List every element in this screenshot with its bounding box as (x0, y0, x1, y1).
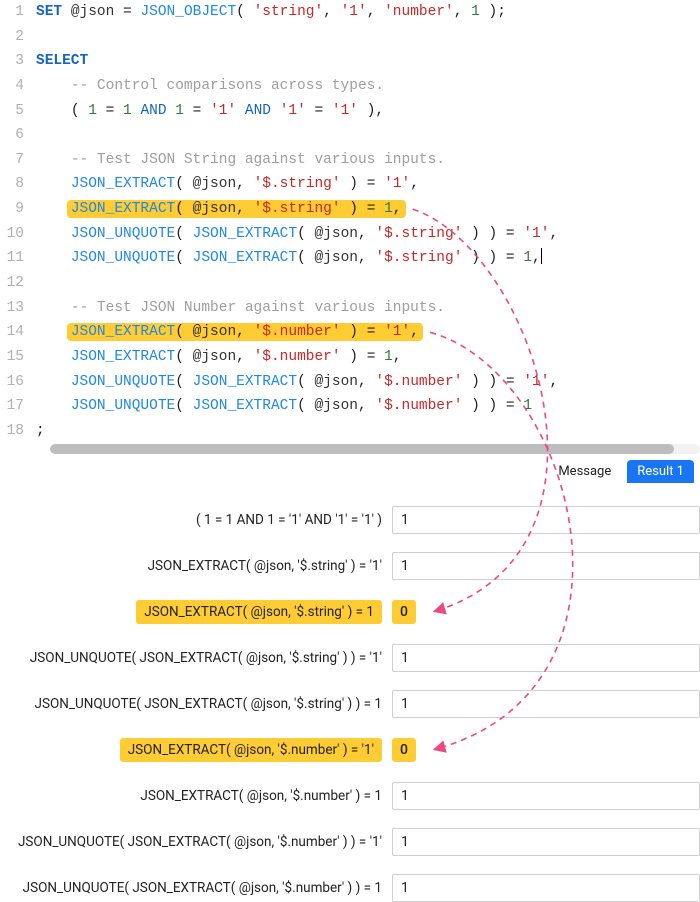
line-number: 5 (0, 99, 36, 124)
line-number: 7 (0, 148, 36, 173)
code-content[interactable] (36, 123, 700, 148)
result-label: JSON_UNQUOTE( JSON_EXTRACT( @json, '$.nu… (0, 880, 392, 896)
code-content[interactable]: -- Test JSON Number against various inpu… (36, 296, 700, 321)
code-line[interactable]: 7 -- Test JSON String against various in… (0, 148, 700, 173)
line-number: 6 (0, 123, 36, 148)
code-content[interactable]: JSON_UNQUOTE( JSON_EXTRACT( @json, '$.nu… (36, 370, 700, 395)
result-row: JSON_EXTRACT( @json, '$.number' ) = 11 (0, 782, 700, 810)
code-content[interactable]: JSON_EXTRACT( @json, '$.string' ) = '1', (36, 172, 700, 197)
code-content[interactable]: JSON_UNQUOTE( JSON_EXTRACT( @json, '$.st… (36, 246, 700, 271)
result-label: JSON_UNQUOTE( JSON_EXTRACT( @json, '$.st… (0, 696, 392, 712)
line-number: 8 (0, 172, 36, 197)
horizontal-scrollbar[interactable] (50, 444, 700, 454)
result-value[interactable]: 1 (392, 874, 700, 902)
result-row: JSON_EXTRACT( @json, '$.string' ) = '1'1 (0, 552, 700, 580)
result-value[interactable]: 1 (392, 506, 700, 534)
code-line[interactable]: 4 -- Control comparisons across types. (0, 74, 700, 99)
result-label: JSON_EXTRACT( @json, '$.number' ) = '1' (0, 738, 392, 762)
line-number: 13 (0, 296, 36, 321)
code-content[interactable]: SET @json = JSON_OBJECT( 'string', '1', … (36, 0, 700, 25)
line-number: 11 (0, 246, 36, 271)
result-label: JSON_UNQUOTE( JSON_EXTRACT( @json, '$.nu… (0, 834, 392, 850)
code-line[interactable]: 5 ( 1 = 1 AND 1 = '1' AND '1' = '1' ), (0, 99, 700, 124)
highlighted-value: 0 (392, 600, 416, 624)
result-row: JSON_UNQUOTE( JSON_EXTRACT( @json, '$.st… (0, 690, 700, 718)
result-row: ( 1 = 1 AND 1 = '1' AND '1' = '1' )1 (0, 506, 700, 534)
results-panel: ( 1 = 1 AND 1 = '1' AND '1' = '1' )1JSON… (0, 506, 700, 902)
code-content[interactable]: JSON_EXTRACT( @json, '$.string' ) = 1, (36, 197, 700, 222)
code-content[interactable]: SELECT (36, 49, 700, 74)
result-value[interactable]: 0 (392, 598, 700, 626)
result-value[interactable]: 1 (392, 782, 700, 810)
tab-result-1[interactable]: Result 1 (627, 460, 694, 483)
code-line[interactable]: 8 JSON_EXTRACT( @json, '$.string' ) = '1… (0, 172, 700, 197)
result-value[interactable]: 1 (392, 828, 700, 856)
code-editor[interactable]: 1SET @json = JSON_OBJECT( 'string', '1',… (0, 0, 700, 444)
code-line[interactable]: 16 JSON_UNQUOTE( JSON_EXTRACT( @json, '$… (0, 370, 700, 395)
code-line[interactable]: 10 JSON_UNQUOTE( JSON_EXTRACT( @json, '$… (0, 222, 700, 247)
code-line[interactable]: 14 JSON_EXTRACT( @json, '$.number' ) = '… (0, 320, 700, 345)
code-content[interactable]: JSON_UNQUOTE( JSON_EXTRACT( @json, '$.st… (36, 222, 700, 247)
code-line[interactable]: 18; (0, 419, 700, 444)
code-content[interactable]: JSON_UNQUOTE( JSON_EXTRACT( @json, '$.nu… (36, 394, 700, 419)
line-number: 9 (0, 197, 36, 222)
line-number: 10 (0, 222, 36, 247)
result-label: ( 1 = 1 AND 1 = '1' AND '1' = '1' ) (0, 512, 392, 528)
highlighted-label: JSON_EXTRACT( @json, '$.number' ) = '1' (120, 738, 382, 762)
result-row: JSON_UNQUOTE( JSON_EXTRACT( @json, '$.nu… (0, 828, 700, 856)
line-number: 12 (0, 271, 36, 296)
result-label: JSON_EXTRACT( @json, '$.string' ) = 1 (0, 600, 392, 624)
code-line[interactable]: 17 JSON_UNQUOTE( JSON_EXTRACT( @json, '$… (0, 394, 700, 419)
result-value[interactable]: 0 (392, 736, 700, 764)
code-content[interactable]: -- Test JSON String against various inpu… (36, 148, 700, 173)
line-number: 2 (0, 25, 36, 50)
result-value[interactable]: 1 (392, 690, 700, 718)
result-row: JSON_EXTRACT( @json, '$.string' ) = 1 0 (0, 598, 700, 626)
line-number: 16 (0, 370, 36, 395)
result-value[interactable]: 1 (392, 552, 700, 580)
tab-message[interactable]: Message (548, 460, 621, 483)
result-tabs: Message Result 1 (0, 454, 700, 488)
code-line[interactable]: 3SELECT (0, 49, 700, 74)
result-label: JSON_EXTRACT( @json, '$.number' ) = 1 (0, 788, 392, 804)
scrollbar-thumb[interactable] (50, 444, 674, 454)
line-number: 17 (0, 394, 36, 419)
result-row: JSON_UNQUOTE( JSON_EXTRACT( @json, '$.st… (0, 644, 700, 672)
code-content[interactable]: JSON_EXTRACT( @json, '$.number' ) = 1, (36, 345, 700, 370)
code-line[interactable]: 9 JSON_EXTRACT( @json, '$.string' ) = 1, (0, 197, 700, 222)
code-content[interactable] (36, 25, 700, 50)
result-label: JSON_UNQUOTE( JSON_EXTRACT( @json, '$.st… (0, 650, 392, 666)
highlighted-label: JSON_EXTRACT( @json, '$.string' ) = 1 (136, 600, 382, 624)
text-cursor (541, 248, 542, 264)
code-content[interactable]: ( 1 = 1 AND 1 = '1' AND '1' = '1' ), (36, 99, 700, 124)
line-number: 3 (0, 49, 36, 74)
result-label: JSON_EXTRACT( @json, '$.string' ) = '1' (0, 558, 392, 574)
code-line[interactable]: 1SET @json = JSON_OBJECT( 'string', '1',… (0, 0, 700, 25)
code-content[interactable]: ; (36, 419, 700, 444)
line-number: 18 (0, 419, 36, 444)
code-line[interactable]: 2 (0, 25, 700, 50)
code-content[interactable]: -- Control comparisons across types. (36, 74, 700, 99)
highlighted-value: 0 (392, 738, 416, 762)
code-line[interactable]: 6 (0, 123, 700, 148)
code-content[interactable] (36, 271, 700, 296)
result-row: JSON_EXTRACT( @json, '$.number' ) = '1' 0 (0, 736, 700, 764)
line-number: 14 (0, 320, 36, 345)
code-line[interactable]: 15 JSON_EXTRACT( @json, '$.number' ) = 1… (0, 345, 700, 370)
code-line[interactable]: 11 JSON_UNQUOTE( JSON_EXTRACT( @json, '$… (0, 246, 700, 271)
highlighted-code: JSON_EXTRACT( @json, '$.number' ) = '1', (67, 323, 423, 341)
code-line[interactable]: 12 (0, 271, 700, 296)
result-value[interactable]: 1 (392, 644, 700, 672)
line-number: 15 (0, 345, 36, 370)
line-number: 1 (0, 0, 36, 25)
code-line[interactable]: 13 -- Test JSON Number against various i… (0, 296, 700, 321)
highlighted-code: JSON_EXTRACT( @json, '$.string' ) = 1, (67, 200, 406, 218)
line-number: 4 (0, 74, 36, 99)
code-content[interactable]: JSON_EXTRACT( @json, '$.number' ) = '1', (36, 320, 700, 345)
result-row: JSON_UNQUOTE( JSON_EXTRACT( @json, '$.nu… (0, 874, 700, 902)
